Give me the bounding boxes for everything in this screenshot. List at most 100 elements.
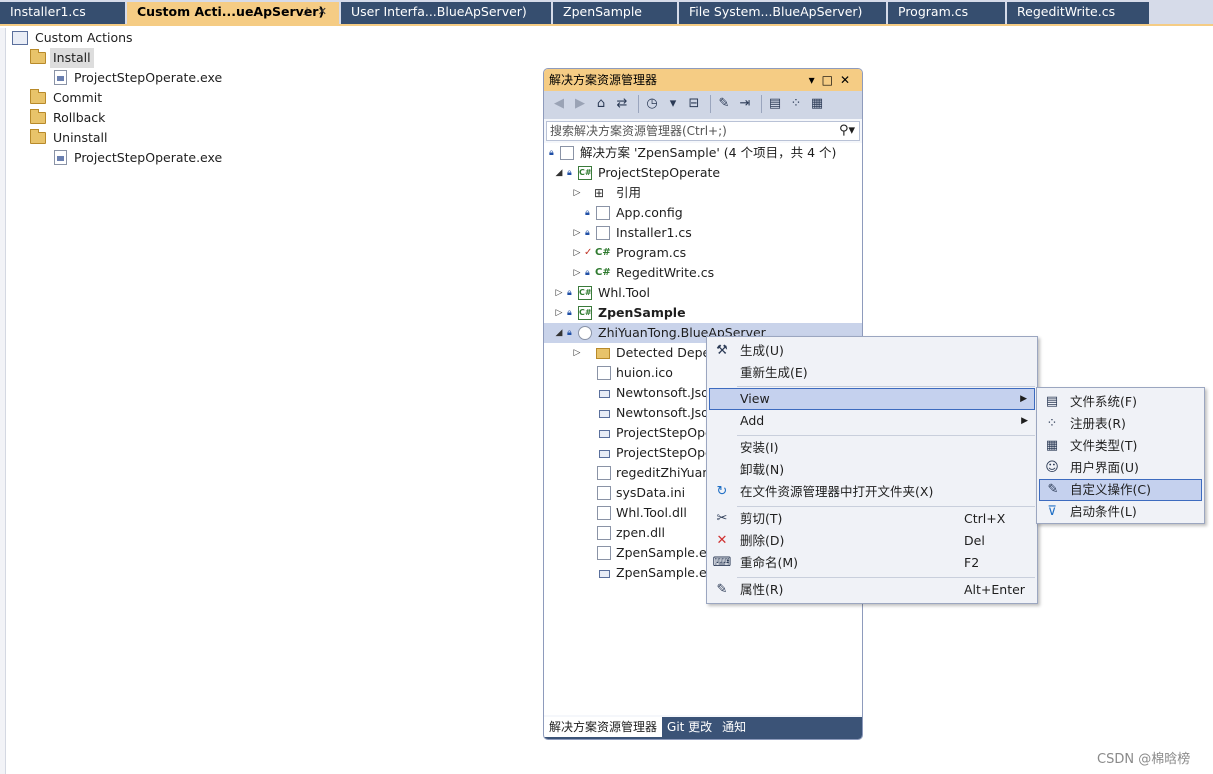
tab-file-system[interactable]: File System...BlueApServer) <box>679 2 887 24</box>
build-icon: ⚒ <box>716 343 728 358</box>
menu-shortcut: F2 <box>964 555 980 570</box>
menu-item-rename[interactable]: ⌨ 重命名(M) F2 <box>709 552 1035 574</box>
forward-icon[interactable]: ▶ <box>571 95 589 113</box>
checkmark-icon: ✓ <box>584 247 593 258</box>
ca-folder-commit[interactable]: Commit <box>30 88 105 108</box>
tree-label: Newtonsoft.Jso <box>616 385 709 400</box>
preview-icon[interactable]: ⇥ <box>736 95 754 113</box>
ca-folder-install[interactable]: Install <box>30 48 94 68</box>
menu-label: 删除(D) <box>740 533 785 548</box>
folder-icon <box>30 48 46 64</box>
menu-item-build[interactable]: ⚒ 生成(U) <box>709 340 1035 362</box>
collapsed-arrow-icon[interactable]: ▷ <box>572 183 582 203</box>
tab-notifications[interactable]: 通知 <box>717 717 751 737</box>
menu-item-cut[interactable]: ✂ 剪切(T) Ctrl+X <box>709 508 1035 530</box>
collapsed-arrow-icon[interactable]: ▷ <box>554 283 564 303</box>
tree-row-project[interactable]: ▷ 🔒︎ C# ZpenSample <box>544 303 862 323</box>
file-icon <box>597 366 611 380</box>
submenu-item-file-system[interactable]: ▤ 文件系统(F) <box>1039 391 1202 413</box>
home-icon[interactable]: ⌂ <box>592 95 610 113</box>
menu-item-rebuild[interactable]: 重新生成(E) <box>709 362 1035 384</box>
solution-explorer-title-bar[interactable]: 解决方案资源管理器 ▾□✕ <box>544 69 862 91</box>
csharp-file-icon: C# <box>595 267 611 278</box>
expanded-arrow-icon[interactable]: ◢ <box>554 163 564 183</box>
folder-label: Commit <box>53 90 103 105</box>
dropdown-icon[interactable]: ▾ <box>809 73 822 87</box>
maximize-icon[interactable]: □ <box>822 73 840 87</box>
tree-row-file[interactable]: 🔒︎ App.config <box>544 203 862 223</box>
registry-editor-icon[interactable]: ⁘ <box>787 95 805 113</box>
collapsed-arrow-icon[interactable]: ▷ <box>572 223 582 243</box>
tree-label: 引用 <box>616 185 642 200</box>
folder-icon <box>30 88 46 104</box>
ca-file-item[interactable]: ProjectStepOperate.exe <box>54 68 225 88</box>
tree-row-file[interactable]: ▷ ✓ C# Program.cs <box>544 243 862 263</box>
tab-solution-explorer[interactable]: 解决方案资源管理器 <box>544 717 663 737</box>
lock-icon: 🔒︎ <box>549 148 554 158</box>
tab-zpensample[interactable]: ZpenSample <box>553 2 678 24</box>
solution-explorer-search-input[interactable]: 搜索解决方案资源管理器(Ctrl+;) ⚲▾ <box>546 121 860 141</box>
expanded-arrow-icon[interactable]: ◢ <box>554 323 564 343</box>
menu-item-delete[interactable]: ✕ 删除(D) Del <box>709 530 1035 552</box>
tab-custom-actions[interactable]: Custom Acti...ueApServer) ⊥✕ <box>127 2 340 24</box>
menu-item-properties[interactable]: ✎ 属性(R) Alt+Enter <box>709 579 1035 601</box>
submenu-item-custom-actions[interactable]: ✎ 自定义操作(C) <box>1039 479 1202 501</box>
menu-item-uninstall[interactable]: 卸载(N) <box>709 459 1035 481</box>
chevron-down-icon[interactable]: ▾ <box>664 95 682 113</box>
menu-item-add[interactable]: Add ▶ <box>709 410 1035 432</box>
tree-row-solution[interactable]: 🔒︎ 解决方案 'ZpenSample' (4 个项目，共 4 个) <box>544 143 862 163</box>
tab-program-cs[interactable]: Program.cs <box>888 2 1006 24</box>
collapsed-arrow-icon[interactable]: ▷ <box>572 243 582 263</box>
menu-label: 重新生成(E) <box>740 365 808 380</box>
custom-actions-root[interactable]: Custom Actions <box>12 28 136 48</box>
watermark: CSDN @棉晗榜 <box>1097 752 1191 767</box>
tree-row-file[interactable]: ▷ 🔒︎ Installer1.cs <box>544 223 862 243</box>
back-icon[interactable]: ◀ <box>550 95 568 113</box>
file-types-icon: ▦ <box>1045 438 1059 453</box>
menu-label: 文件系统(F) <box>1070 394 1137 409</box>
tab-regeditwrite-cs[interactable]: RegeditWrite.cs <box>1007 2 1150 24</box>
menu-item-install[interactable]: 安装(I) <box>709 437 1035 459</box>
menu-label: 生成(U) <box>740 343 784 358</box>
collapse-all-icon[interactable]: ⊟ <box>685 95 703 113</box>
menu-item-view[interactable]: View ▶ <box>709 388 1035 410</box>
file-types-editor-icon[interactable]: ▦ <box>808 95 826 113</box>
menu-item-open-in-explorer[interactable]: ↻ 在文件资源管理器中打开文件夹(X) <box>709 481 1035 503</box>
tree-row-project[interactable]: ◢ 🔒︎ C# ProjectStepOperate <box>544 163 862 183</box>
collapsed-arrow-icon[interactable]: ▷ <box>572 263 582 283</box>
assembly-icon <box>599 570 610 578</box>
submenu-item-launch-conditions[interactable]: ⊽ 启动条件(L) <box>1039 501 1202 523</box>
collapsed-arrow-icon[interactable]: ▷ <box>572 343 582 363</box>
file-system-editor-icon[interactable]: ▤ <box>766 95 784 113</box>
solution-explorer-bottom-tabs: 解决方案资源管理器 Git 更改 通知 <box>544 717 862 739</box>
panel-title: 解决方案资源管理器 <box>549 73 658 87</box>
tree-label: huion.ico <box>616 365 673 380</box>
submenu-item-registry[interactable]: ⁘ 注册表(R) <box>1039 413 1202 435</box>
menu-shortcut: Alt+Enter <box>964 582 1025 597</box>
switch-views-icon[interactable]: ⇄ <box>613 95 631 113</box>
exe-file-icon <box>54 150 67 165</box>
properties-wrench-icon[interactable]: ✎ <box>715 95 733 113</box>
ca-folder-rollback[interactable]: Rollback <box>30 108 108 128</box>
tree-row-references[interactable]: ▷ ⊞ 引用 <box>544 183 862 203</box>
menu-label: 安装(I) <box>740 440 779 455</box>
tab-git-changes[interactable]: Git 更改 <box>662 717 717 737</box>
menu-label: 文件类型(T) <box>1070 438 1138 453</box>
ca-file-item[interactable]: ProjectStepOperate.exe <box>54 148 225 168</box>
tree-row-project[interactable]: ▷ 🔒︎ C# Whl.Tool <box>544 283 862 303</box>
ca-folder-uninstall[interactable]: Uninstall <box>30 128 111 148</box>
submenu-item-file-types[interactable]: ▦ 文件类型(T) <box>1039 435 1202 457</box>
tree-row-file[interactable]: ▷ 🔒︎ C# RegeditWrite.cs <box>544 263 862 283</box>
collapsed-arrow-icon[interactable]: ▷ <box>554 303 564 323</box>
folder-label: Rollback <box>53 110 106 125</box>
view-submenu: ▤ 文件系统(F) ⁘ 注册表(R) ▦ 文件类型(T) ☺ 用户界面(U) ✎ 自定义操… <box>1036 387 1205 524</box>
submenu-item-user-interface[interactable]: ☺ 用户界面(U) <box>1039 457 1202 479</box>
search-icon[interactable]: ⚲▾ <box>839 122 855 140</box>
pending-changes-icon[interactable]: ◷ <box>643 95 661 113</box>
close-icon[interactable]: ✕ <box>840 73 857 87</box>
project-context-menu: ⚒ 生成(U) 重新生成(E) View ▶ Add ▶ 安装(I) 卸载(N) ↻ 在… <box>706 336 1038 604</box>
tab-label: User Interfa...BlueApServer) <box>351 4 527 19</box>
tab-installer1-cs[interactable]: Installer1.cs <box>0 2 126 24</box>
tab-user-interface[interactable]: User Interfa...BlueApServer) <box>341 2 552 24</box>
pin-close-icon[interactable]: ⊥✕ <box>302 2 333 22</box>
